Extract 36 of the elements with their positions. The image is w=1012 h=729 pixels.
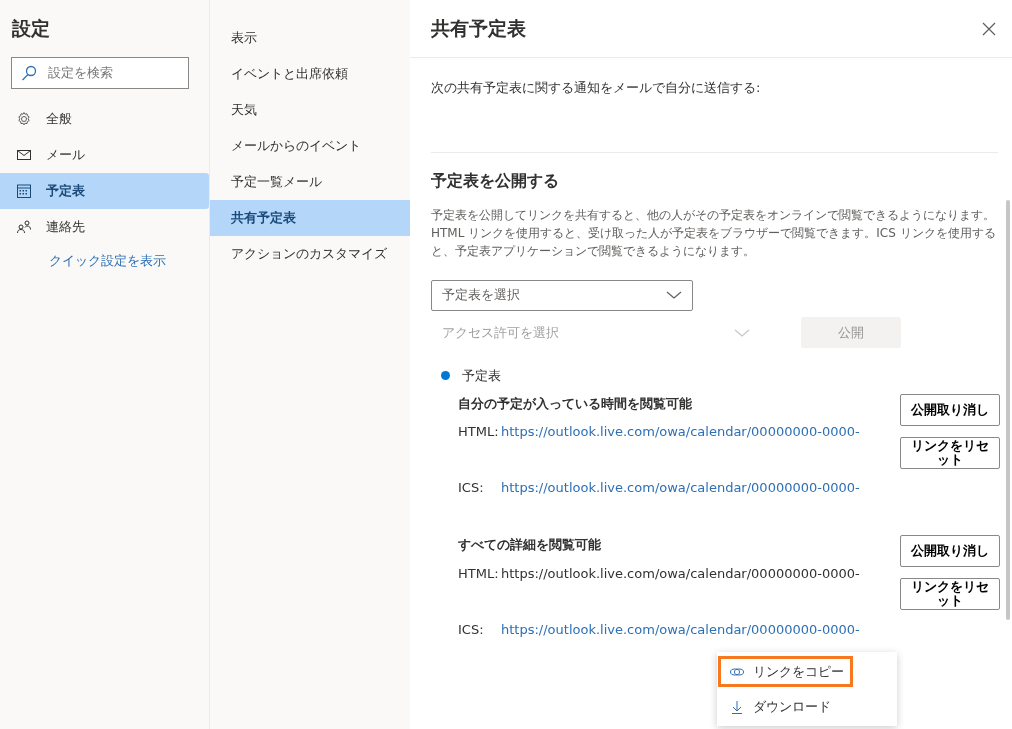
sidebar-item[interactable]: メール	[0, 136, 209, 173]
reset-link-button[interactable]: リンクをリセット	[900, 436, 1000, 469]
calendar-url-link[interactable]: https://outlook.live.com/owa/calendar/00000000-0000-	[501, 564, 860, 583]
calendar-dropdown[interactable]: 予定表を選択	[431, 279, 693, 311]
link-label: ICS:	[458, 620, 485, 639]
settings-title: 設定	[11, 16, 51, 41]
menu-item[interactable]: リンクをコピー	[718, 656, 853, 687]
subnav-item[interactable]: イベントと出席依頼	[210, 56, 410, 92]
permission-title: 自分の予定が入っている時間を閲覧可能	[458, 394, 693, 413]
subnav-item[interactable]: 予定一覧メール	[210, 164, 410, 200]
link-label: HTML:	[458, 564, 500, 583]
sidebar-item[interactable]: 連絡先	[0, 208, 209, 245]
panel-title: 共有予定表	[431, 17, 526, 40]
link-label: HTML:	[458, 423, 500, 442]
description-text: 予定表を公開してリンクを共有すると、他の人がその予定表をオンラインで閲覧できるようになります。HTML リンクを使用すると、受け取った人が予定表をブラウザーで閲覧できます。ICS リンクを使用すると、予定表アプリケーションで閲覧できるようになります。	[431, 206, 997, 260]
subnav-item[interactable]: 天気	[210, 92, 410, 128]
quick-settings-link[interactable]: クイック設定を表示	[0, 250, 166, 270]
notify-text: 次の共有予定表に関する通知をメールで自分に送信する:	[431, 79, 762, 97]
reset-link-button[interactable]: リンクをリセット	[900, 578, 1000, 611]
sidebar-item[interactable]: 予定表	[0, 172, 209, 209]
menu-item[interactable]: ダウンロード	[718, 691, 896, 722]
unpublish-button[interactable]: 公開取り消し	[900, 393, 1000, 426]
calendar-url-link[interactable]: https://outlook.live.com/owa/calendar/00000000-0000-	[501, 479, 860, 498]
calendar-url-link[interactable]: https://outlook.live.com/owa/calendar/00000000-0000-	[501, 423, 860, 442]
calendar-url-link[interactable]: https://outlook.live.com/owa/calendar/00000000-0000-	[501, 620, 860, 639]
calendar-name: 予定表	[462, 367, 501, 386]
section-heading: 予定表を公開する	[431, 170, 560, 190]
sidebar-item[interactable]: 全般	[0, 100, 209, 137]
subnav-item[interactable]: 表示	[210, 20, 410, 56]
subnav-item[interactable]: メールからのイベント	[210, 128, 410, 164]
permission-title: すべての詳細を閲覧可能	[458, 536, 602, 555]
search-field[interactable]: 設定を検索	[11, 56, 189, 89]
subnav-item[interactable]: 共有予定表	[210, 200, 410, 236]
subnav-item[interactable]: アクションのカスタマイズ	[210, 236, 410, 272]
unpublish-button[interactable]: 公開取り消し	[900, 535, 1000, 568]
link-label: ICS:	[458, 479, 485, 498]
